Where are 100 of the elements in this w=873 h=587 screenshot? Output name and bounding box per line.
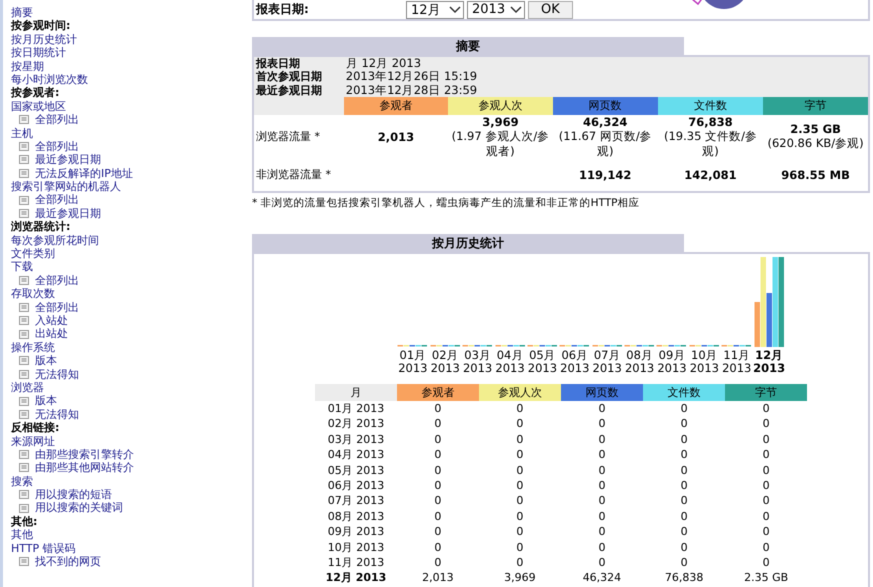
sidebar-link[interactable]: 下载: [11, 260, 33, 274]
sidebar-sublink[interactable]: 由那些其他网站转介: [35, 461, 134, 475]
form-label: 报表日期:: [254, 1, 310, 18]
month-cell: 07月 2013: [328, 494, 384, 508]
sidebar-link[interactable]: HTTP 错误码: [11, 542, 76, 556]
table-cell: 0: [598, 479, 606, 492]
table-cell: 0: [680, 417, 688, 430]
page-icon: [19, 450, 29, 460]
stat-value: 142,081: [683, 168, 738, 182]
page-icon: [19, 410, 29, 419]
sidebar-link[interactable]: 来源网址: [11, 434, 55, 448]
table-cell: 0: [516, 540, 524, 554]
sidebar-link[interactable]: 国家或地区: [11, 100, 66, 114]
sidebar-link[interactable]: 文件类别: [11, 247, 55, 260]
page-icon: [19, 504, 29, 513]
ok-button[interactable]: OK: [528, 0, 573, 18]
page-icon: [19, 209, 29, 218]
sidebar-link[interactable]: 摘要: [11, 6, 33, 20]
info-value: 月 12月 2013: [346, 56, 422, 70]
table-cell: 0: [598, 525, 606, 538]
table-cell: 0: [434, 510, 442, 523]
sidebar-sublink[interactable]: 无法得知: [35, 408, 79, 422]
table-cell: 3,969: [504, 571, 536, 584]
year-select[interactable]: 2013: [467, 0, 525, 18]
column-header: 网页数: [552, 96, 658, 115]
sidebar-sublink[interactable]: 全部列出: [35, 300, 79, 314]
month-label: 03月 2013: [462, 348, 492, 376]
table-cell: 0: [680, 556, 688, 569]
section-title: 摘要: [252, 37, 684, 55]
sidebar-sublink[interactable]: 用以搜索的关键词: [35, 501, 123, 515]
table-cell: 0: [762, 540, 770, 554]
sidebar-sublink[interactable]: 出站处: [35, 327, 68, 341]
table-cell: 0: [680, 525, 688, 538]
sidebar-link[interactable]: 按月历史统计: [11, 32, 77, 46]
month-label: 04月 2013: [495, 348, 525, 376]
sidebar-sublink[interactable]: 入站处: [35, 314, 68, 328]
month-cell: 03月 2013: [328, 432, 384, 446]
sidebar-sublink[interactable]: 全部列出: [35, 193, 79, 207]
page-icon: [19, 370, 29, 379]
sidebar-link[interactable]: 搜索引擎网站的机器人: [11, 180, 121, 194]
month-label: 05月 2013: [528, 348, 558, 376]
table-cell: 0: [762, 556, 770, 569]
page-icon: [19, 356, 29, 366]
sidebar-sublink[interactable]: 版本: [35, 394, 57, 408]
month-label: 12月 2013: [753, 348, 786, 376]
sidebar-link[interactable]: 按星期: [11, 60, 44, 73]
table-cell: 0: [434, 417, 442, 430]
sidebar-sublink[interactable]: 无法得知: [35, 368, 79, 381]
table-cell: 0: [516, 494, 524, 508]
table-cell: 0: [516, 556, 524, 569]
sidebar-sublink[interactable]: 最近参观日期: [35, 206, 101, 220]
table-cell: 0: [434, 448, 442, 462]
sidebar-link[interactable]: 每小时浏览次数: [11, 72, 88, 86]
sidebar-sublink[interactable]: 无法反解译的IP地址: [35, 166, 133, 180]
sidebar-link[interactable]: 按日期统计: [11, 46, 66, 60]
page-icon: [19, 276, 29, 285]
sidebar-link[interactable]: 存取次数: [11, 287, 55, 301]
sidebar-link[interactable]: 操作系统: [11, 340, 55, 354]
table-cell: 0: [762, 494, 770, 508]
sidebar-sublink[interactable]: 全部列出: [35, 274, 79, 288]
table-cell: 0: [680, 510, 688, 523]
sidebar-link[interactable]: 主机: [11, 126, 33, 140]
column-header: 月: [315, 384, 397, 401]
table-cell: 0: [598, 556, 606, 569]
sidebar-sublink[interactable]: 最近参观日期: [35, 153, 101, 167]
table-cell: 0: [434, 479, 442, 492]
sidebar-link[interactable]: 每次参观所花时间: [11, 234, 99, 248]
table-cell: 0: [762, 417, 770, 430]
month-select[interactable]: 12月: [406, 0, 464, 18]
sidebar-link[interactable]: 浏览器: [11, 380, 44, 394]
month-label: 09月 2013: [657, 348, 687, 376]
month-label: 10月 2013: [690, 348, 719, 376]
table-cell: 0: [680, 402, 688, 416]
column-header: 字节: [725, 384, 807, 401]
sidebar-heading: 浏览器统计:: [11, 220, 72, 234]
month-cell: 04月 2013: [328, 448, 384, 462]
table-cell: 0: [434, 525, 442, 538]
table-cell: 0: [680, 479, 688, 492]
sidebar-sublink[interactable]: 全部列出: [35, 140, 79, 154]
sidebar-sublink[interactable]: 版本: [35, 354, 57, 368]
column-header: 参观人次: [478, 384, 561, 401]
sidebar-sublink[interactable]: 全部列出: [35, 113, 79, 127]
table-cell: 0: [598, 432, 606, 446]
column-header: 文件数: [643, 384, 726, 401]
sidebar-sublink[interactable]: 找不到的网页: [35, 555, 101, 568]
sidebar-heading: 其他:: [11, 514, 38, 528]
stat-value: 3,969 (1.97 参观人次/参观者): [450, 114, 550, 159]
sidebar-sublink[interactable]: 由那些搜索引擎转介: [35, 448, 134, 462]
table-cell: 0: [762, 510, 770, 523]
table-cell: 0: [598, 417, 606, 430]
month-cell: 09月 2013: [328, 525, 384, 538]
table-cell: 0: [598, 540, 606, 554]
table-cell: 0: [680, 448, 688, 462]
sidebar-link[interactable]: 其他: [11, 528, 33, 542]
row-label: 浏览器流量 *: [256, 130, 320, 144]
table-cell: 0: [762, 432, 770, 446]
sidebar-sublink[interactable]: 用以搜索的短语: [35, 488, 112, 502]
sidebar-link[interactable]: 搜索: [11, 474, 33, 488]
stat-value: 2.35 GB (620.86 KB/参观): [766, 122, 865, 152]
month-cell: 02月 2013: [328, 417, 384, 430]
